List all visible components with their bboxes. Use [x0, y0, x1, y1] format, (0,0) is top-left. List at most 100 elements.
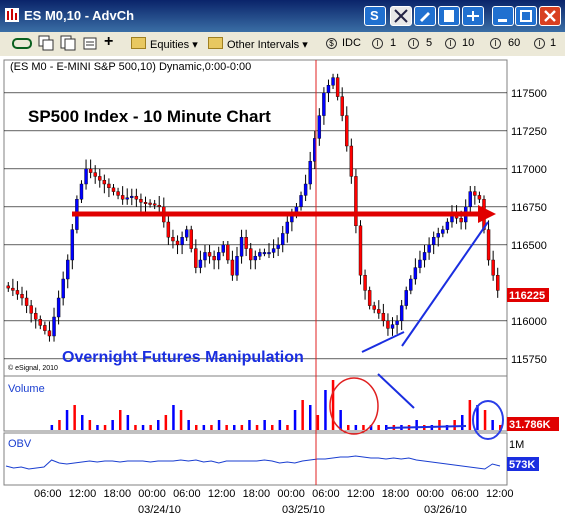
equities-menu[interactable]: Equities ▾ — [131, 37, 198, 51]
volume-bar — [301, 400, 304, 430]
volume-bar — [81, 415, 84, 430]
date-label: 03/26/10 — [424, 504, 467, 516]
volume-bar — [339, 410, 342, 430]
properties-icon[interactable] — [82, 35, 98, 51]
volume-bar — [103, 425, 107, 430]
minimize-button[interactable] — [492, 6, 514, 26]
obv-label: OBV — [8, 438, 32, 450]
cursor-button[interactable] — [390, 6, 412, 26]
candle — [358, 225, 363, 276]
add-icon[interactable]: + — [104, 33, 113, 51]
volume-bar — [461, 415, 464, 430]
candle — [244, 236, 248, 249]
title-bar: ES M0,10 - AdvCh S — [0, 0, 565, 32]
interval-radio-60[interactable]: I — [490, 38, 501, 49]
volume-pane — [3, 375, 508, 432]
copy-icon[interactable] — [60, 35, 76, 51]
close-button[interactable] — [539, 6, 561, 26]
interval-radio-1[interactable]: I — [372, 38, 383, 49]
symbol-radio[interactable]: $ — [326, 38, 337, 49]
x-tick-label: 12:00 — [347, 488, 375, 500]
candle — [322, 92, 326, 116]
candle — [43, 325, 47, 331]
volume-bar — [111, 420, 114, 430]
candle — [326, 85, 331, 94]
volume-bar — [347, 425, 350, 430]
volume-bar — [210, 425, 213, 430]
volume-bar — [149, 425, 152, 430]
interval-radio-5[interactable]: I — [408, 38, 419, 49]
volume-bar — [240, 425, 244, 430]
candle — [249, 248, 253, 261]
page-icon — [444, 10, 454, 22]
candle — [93, 172, 97, 177]
candle — [157, 205, 161, 207]
volume-bar — [195, 425, 198, 430]
candle — [29, 305, 33, 314]
candle — [390, 324, 395, 329]
link-button[interactable]: S — [364, 6, 386, 26]
candle — [271, 248, 276, 253]
edit-button[interactable] — [414, 6, 436, 26]
volume-bar — [316, 415, 320, 430]
x-tick-label: 00:00 — [416, 488, 444, 500]
volume-bar — [96, 425, 99, 430]
volume-bar — [141, 425, 145, 430]
candle — [267, 252, 271, 255]
candle — [335, 77, 340, 97]
candle — [221, 244, 225, 253]
candle — [125, 197, 129, 200]
copyright: © eSignal, 2010 — [8, 364, 58, 372]
page-button[interactable] — [438, 6, 460, 26]
volume-bar — [202, 425, 206, 430]
linked-windows-icon[interactable] — [38, 35, 54, 51]
other-intervals-menu[interactable]: Other Intervals ▾ — [208, 37, 308, 51]
volume-bar — [58, 420, 61, 430]
interval-radio-1d[interactable]: I — [534, 38, 545, 49]
crosshair-icon — [394, 9, 408, 23]
minimize-icon — [498, 19, 507, 22]
candle — [20, 293, 24, 299]
maximize-button[interactable] — [515, 6, 537, 26]
candle — [194, 248, 198, 268]
volume-bar — [119, 410, 122, 430]
pin-button[interactable] — [462, 6, 484, 26]
volume-bar — [438, 420, 441, 430]
candle — [285, 221, 290, 234]
date-label: 03/25/10 — [282, 504, 325, 516]
x-tick-label: 18:00 — [104, 488, 132, 500]
candle — [308, 160, 312, 185]
volume-bar — [263, 420, 266, 430]
obv-tick: 1M — [509, 439, 524, 451]
candle — [102, 179, 107, 185]
volume-bar — [483, 410, 487, 430]
candle — [111, 187, 116, 192]
other-intervals-label: Other Intervals — [227, 39, 300, 51]
volume-bar — [248, 420, 251, 430]
x-tick-label: 12:00 — [208, 488, 236, 500]
volume-bar — [73, 405, 76, 430]
y-tick-label: 116750 — [511, 202, 547, 214]
candle — [66, 259, 70, 280]
x-tick-label: 18:00 — [243, 488, 271, 500]
candle — [372, 305, 376, 310]
volume-bar — [453, 420, 456, 430]
x-tick-label: 18:00 — [382, 488, 410, 500]
x-tick-label: 12:00 — [69, 488, 97, 500]
volume-bar — [172, 405, 175, 430]
candle — [38, 319, 43, 326]
interval-radio-10[interactable]: I — [445, 38, 456, 49]
candle — [473, 191, 477, 196]
close-icon — [544, 10, 556, 22]
candle — [422, 252, 427, 261]
y-tick-label: 116500 — [511, 240, 547, 252]
app-icon — [5, 8, 19, 22]
candle — [61, 278, 65, 299]
volume-label: Volume — [8, 383, 45, 395]
volume-bar — [179, 410, 183, 430]
annotation-text: Overnight Futures Manipulation — [62, 349, 304, 366]
link-chain-icon[interactable] — [12, 36, 32, 51]
interval-label-1d: 1 — [550, 37, 557, 49]
candle — [239, 236, 244, 257]
candle — [486, 229, 491, 261]
